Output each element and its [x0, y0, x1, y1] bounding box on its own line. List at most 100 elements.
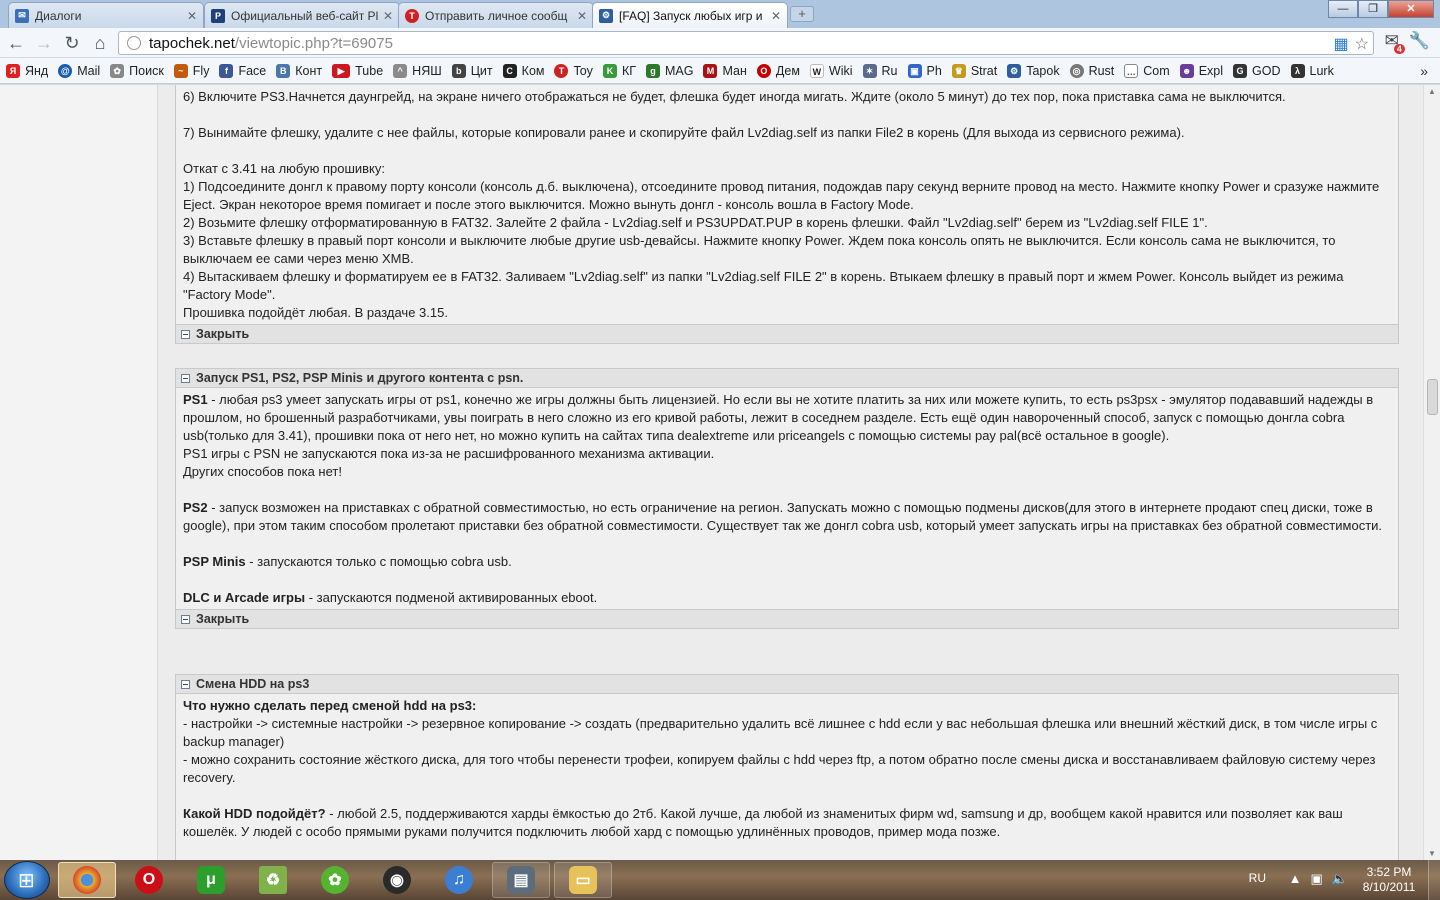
taskbar-chrome[interactable] — [58, 862, 116, 898]
scroll-down-icon[interactable]: ▼ — [1424, 849, 1440, 858]
scrollbar-thumb[interactable] — [1427, 379, 1438, 415]
taskbar-itunes[interactable]: ♫ — [430, 862, 488, 898]
photo-icon: ▣ — [907, 63, 922, 78]
bookmark-item[interactable]: ▶ Tube — [332, 63, 383, 78]
tray-expand-icon[interactable]: ▲ — [1289, 871, 1302, 887]
bookmark-label: Цит — [470, 63, 493, 78]
reload-button[interactable]: ↻ — [58, 30, 86, 56]
bookmark-item[interactable]: ▣ Ph — [907, 63, 942, 78]
taskbar-opera[interactable]: O — [120, 862, 178, 898]
tab-close-icon[interactable]: ✕ — [577, 9, 587, 23]
bookmark-item[interactable]: W Wiki — [809, 63, 853, 78]
taskbar-gpu-tool[interactable]: ▤ — [492, 862, 550, 898]
network-icon[interactable]: ▣ — [1311, 871, 1323, 887]
text-line: Прошивка подойдёт любая. В раздаче 3.15. — [183, 305, 448, 320]
language-indicator[interactable]: RU — [1249, 871, 1266, 885]
close-window-button[interactable]: ✕ — [1388, 0, 1434, 18]
tab-dialogs[interactable]: ✉ Диалоги ✕ — [8, 2, 204, 28]
bookmark-item[interactable]: ✿ Поиск — [110, 63, 164, 78]
bookmark-label: Rust — [1088, 63, 1115, 78]
spoiler-header[interactable]: Смена HDD на ps3 — [176, 675, 1398, 694]
mag-icon: g — [646, 63, 660, 78]
spoiler-block-hdd: Смена HDD на ps3 Что нужно сделать перед… — [175, 674, 1399, 860]
maximize-button[interactable]: ❐ — [1358, 0, 1388, 18]
back-button[interactable]: ← — [2, 30, 30, 56]
volume-icon[interactable]: 🔈 — [1332, 871, 1348, 887]
bookmark-item[interactable]: ^ НЯШ — [393, 63, 442, 78]
bookmark-item[interactable]: λ Lurk — [1290, 63, 1334, 78]
bookmark-item[interactable]: f Face — [219, 63, 266, 78]
show-desktop-button[interactable] — [1428, 860, 1440, 900]
bookmark-label: НЯШ — [412, 63, 442, 78]
bookmark-star-icon[interactable]: ☆ — [1355, 34, 1369, 54]
yandex-icon: Я — [6, 63, 20, 78]
text: - запускаются только с помощью cobra usb… — [245, 554, 512, 569]
bookmark-label: Lurk — [1309, 63, 1334, 78]
spoiler-header[interactable]: Запуск PS1, PS2, PSP Minis и другого кон… — [176, 369, 1398, 388]
scroll-up-icon[interactable]: ▲ — [1424, 87, 1440, 96]
forward-button[interactable]: → — [30, 30, 58, 56]
page-scrollbar[interactable]: ▲ ▼ — [1423, 85, 1440, 860]
spoiler-title: Запуск PS1, PS2, PSP Minis и другого кон… — [196, 371, 524, 385]
tab-close-icon[interactable]: ✕ — [187, 9, 197, 23]
taskbar-explorer[interactable]: ▭ — [554, 862, 612, 898]
mail-notifier-icon[interactable]: ✉ 4 — [1385, 31, 1405, 54]
start-button[interactable] — [4, 861, 50, 899]
wrench-menu-icon[interactable]: 🔧 — [1409, 31, 1430, 51]
tab-playstation[interactable]: P Официальный веб-сайт Pl ✕ — [204, 2, 400, 28]
paragraph-ps1: PS1 - любая ps3 умеет запускать игры от … — [183, 391, 1391, 445]
mail-count-badge: 4 — [1393, 44, 1405, 54]
home-button[interactable]: ⌂ — [86, 30, 114, 56]
text-line: - можно сохранить состояние жёсткого дис… — [183, 752, 1376, 785]
bookmark-label: MAG — [665, 63, 694, 78]
bookmark-item[interactable]: ◎ Rust — [1069, 63, 1115, 78]
new-tab-button[interactable]: + — [790, 6, 814, 22]
trophy-icon: ♛ — [951, 63, 966, 78]
address-bar[interactable]: tapochek.net/viewtopic.php?t=69075 ▦ ☆ — [118, 31, 1374, 55]
post-body: 6) Включите PS3.Начнется даунгрейд, на э… — [158, 85, 1423, 860]
bookmark-item[interactable]: @ Mail — [58, 63, 100, 78]
minimize-button[interactable]: — — [1328, 0, 1358, 18]
tab-title: Отправить личное сообщ — [425, 8, 568, 23]
bookmark-item[interactable]: В Конт — [276, 63, 322, 78]
spoiler-close-button[interactable]: Закрыть — [176, 609, 1398, 628]
bookmark-item[interactable]: Я Янд — [6, 63, 48, 78]
text-line: Что нужно сделать перед сменой hdd на ps… — [183, 697, 1391, 715]
bookmark-item[interactable]: … Com — [1124, 63, 1170, 78]
bookmark-item[interactable]: b Цит — [451, 63, 493, 78]
taskbar-utorrent[interactable]: μ — [182, 862, 240, 898]
text: - запускаются подменой активированных eb… — [305, 590, 598, 605]
chevron-right-icon[interactable]: » — [1420, 63, 1428, 79]
bookmark-item[interactable]: ~ Fly — [173, 63, 209, 78]
bookmark-item[interactable]: ✶ Ru — [862, 63, 898, 78]
close-label: Закрыть — [196, 612, 250, 626]
tapochek-icon: T — [405, 8, 419, 23]
clock[interactable]: 3:52 PM 8/10/2011 — [1356, 865, 1422, 895]
bookmark-item[interactable]: O Дем — [756, 63, 800, 78]
bookmark-item[interactable]: ⚙ Tapok — [1007, 63, 1060, 78]
tab-close-icon[interactable]: ✕ — [771, 9, 781, 23]
bookmark-item[interactable]: ☻ Expl — [1179, 63, 1223, 78]
tab-close-icon[interactable]: ✕ — [383, 9, 393, 23]
tab-send-message[interactable]: T Отправить личное сообщ ✕ — [398, 2, 594, 28]
tapochek-icon: T — [554, 63, 569, 78]
itunes-icon: ♫ — [445, 866, 473, 894]
web-page: 6) Включите PS3.Начнется даунгрейд, на э… — [0, 85, 1440, 860]
taskbar-icq[interactable]: ✿ — [306, 862, 364, 898]
utorrent-icon: μ — [197, 866, 225, 894]
tab-title: Диалоги — [35, 8, 82, 23]
bookmark-item[interactable]: C Ком — [502, 63, 544, 78]
bookmark-item[interactable]: K КГ — [602, 63, 636, 78]
bookmark-item[interactable]: G GOD — [1233, 63, 1281, 78]
bookmark-item[interactable]: ♛ Strat — [951, 63, 997, 78]
text-line: Откат с 3.41 на любую прошивку: — [183, 161, 385, 176]
extension-icon[interactable]: ▦ — [1334, 34, 1349, 54]
taskbar-recycle[interactable]: ♻ — [244, 862, 302, 898]
forum-icon: ⚙ — [599, 8, 613, 23]
bookmark-item[interactable]: T Toy — [554, 63, 593, 78]
tab-faq[interactable]: ⚙ [FAQ] Запуск любых игр и ✕ — [592, 2, 788, 28]
bookmark-item[interactable]: M Ман — [703, 63, 747, 78]
spoiler-close-button[interactable]: Закрыть — [176, 324, 1398, 343]
bookmark-item[interactable]: g MAG — [646, 63, 694, 78]
taskbar-steam[interactable]: ◉ — [368, 862, 426, 898]
